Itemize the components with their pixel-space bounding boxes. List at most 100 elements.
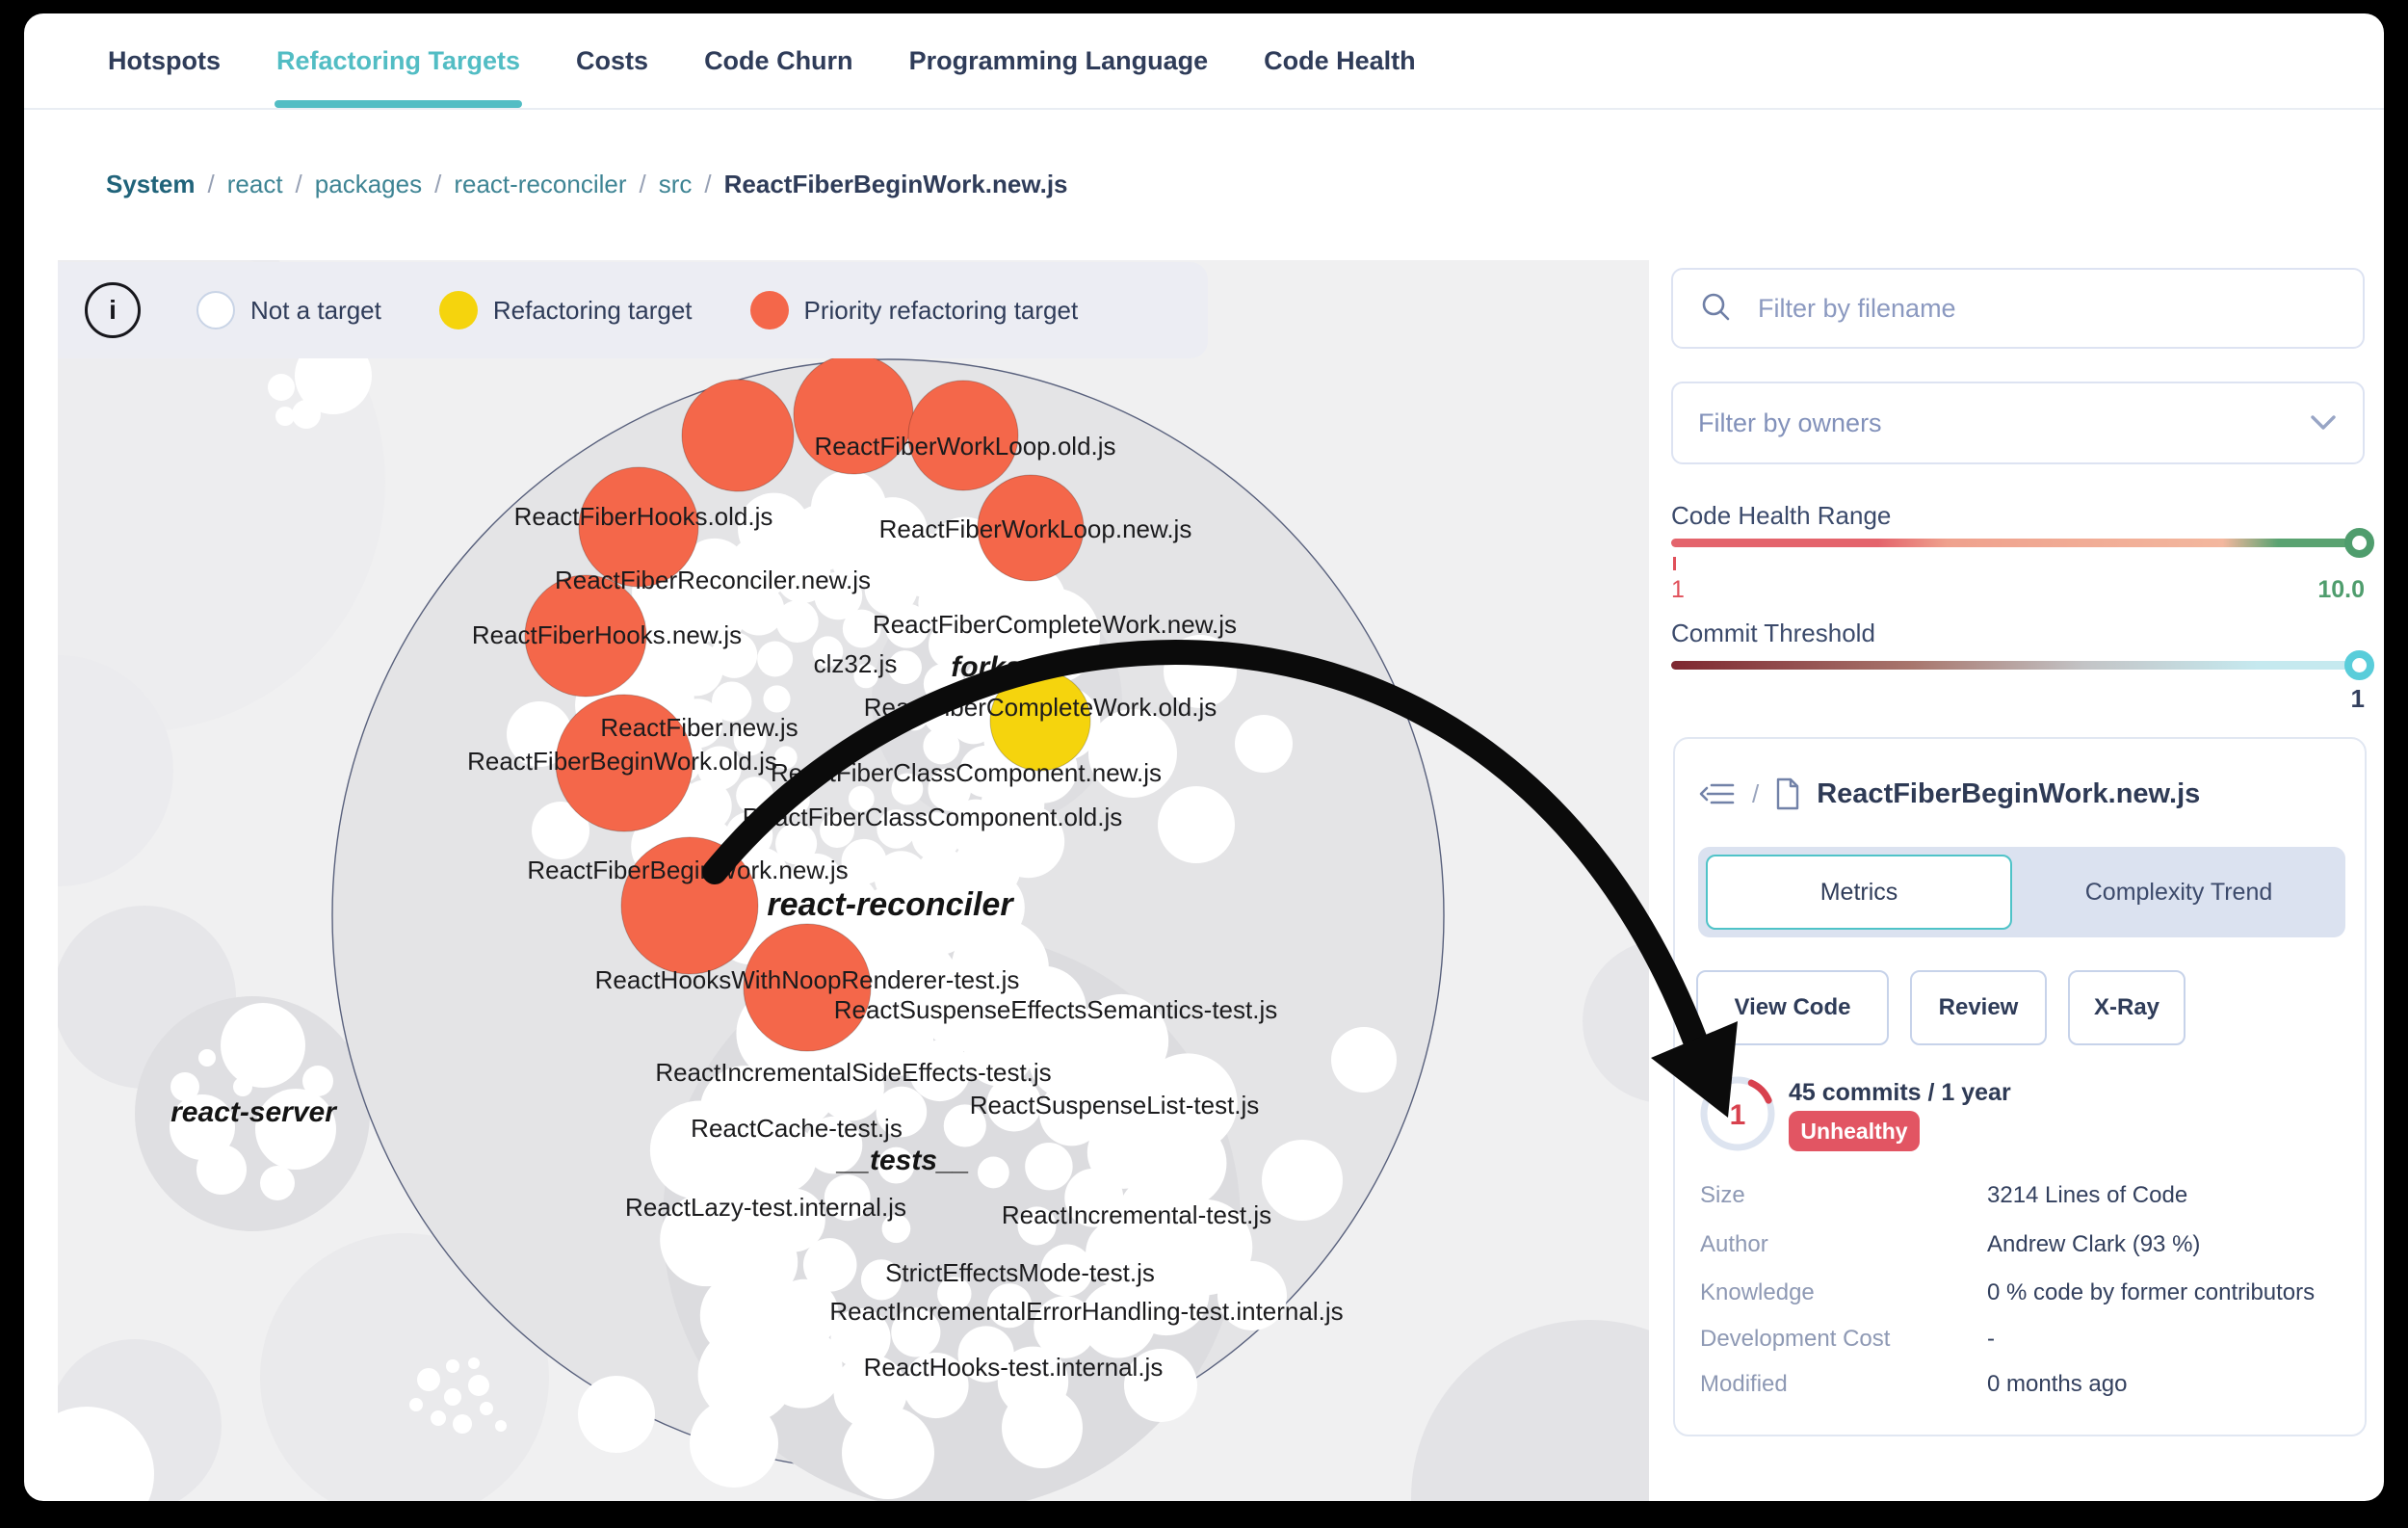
file-icon — [1774, 777, 1801, 810]
breadcrumb-separator: / — [640, 170, 646, 199]
window-frame: Hotspots Refactoring Targets Costs Code Chu… — [0, 0, 2408, 1528]
nav-tab-refactoring-targets[interactable]: Refactoring Targets — [275, 19, 522, 103]
file-bubble[interactable] — [757, 641, 793, 676]
nav-tab-programming-language[interactable]: Programming Language — [907, 19, 1211, 103]
group-label-forks: forks — [951, 651, 1021, 683]
meta-value: 3214 Lines of Code — [1987, 1182, 2187, 1209]
nav-tab-code-health[interactable]: Code Health — [1262, 19, 1418, 103]
meta-row-author: Author Andrew Clark (93 %) — [1675, 1231, 2365, 1262]
nav-tab-hotspots[interactable]: Hotspots — [106, 19, 222, 103]
bubble-label: ReactFiberHooks.old.js — [514, 502, 773, 531]
filter-filename-box[interactable] — [1671, 268, 2365, 349]
file-bubble[interactable] — [1025, 1143, 1072, 1190]
meta-row-knowledge: Knowledge 0 % code by former contributors — [1675, 1279, 2365, 1310]
bubble-label: ReactFiberClassComponent.old.js — [743, 803, 1123, 831]
header-separator: / — [1752, 779, 1759, 809]
breadcrumb-item-packages[interactable]: packages — [315, 170, 422, 199]
bubble-label: ReactLazy-test.internal.js — [625, 1193, 906, 1222]
app-page: Hotspots Refactoring Targets Costs Code Chu… — [24, 13, 2384, 1501]
breadcrumb-item-system[interactable]: System — [106, 170, 196, 199]
code-health-max-label: 10.0 — [2268, 576, 2365, 604]
bubble-label: ReactFiberCompleteWork.new.js — [873, 610, 1237, 639]
decorative-circle — [453, 1414, 472, 1434]
commit-threshold-label: Commit Threshold — [1671, 619, 1875, 648]
nav-tab-costs[interactable]: Costs — [574, 19, 650, 103]
decorative-circle — [1411, 1320, 1649, 1501]
x-ray-button[interactable]: X-Ray — [2068, 970, 2186, 1045]
file-bubble[interactable] — [1158, 786, 1235, 863]
top-nav-tabs: Hotspots Refactoring Targets Costs Code Chu… — [24, 13, 2384, 110]
circle-packing-chart[interactable]: ReactFiberWorkLoop.old.jsReactFiberWorkL… — [58, 260, 1649, 1501]
meta-row-modified: Modified0 months ago — [1675, 1371, 2365, 1402]
breadcrumb-separator: / — [434, 170, 441, 199]
legend-label: Priority refactoring target — [804, 296, 1079, 326]
legend-dot-icon — [439, 291, 478, 329]
file-bubble[interactable] — [1262, 1140, 1343, 1221]
breadcrumb-item-src[interactable]: src — [659, 170, 693, 199]
gauge-value: 1 — [1730, 1099, 1746, 1131]
breadcrumb-separator: / — [208, 170, 215, 199]
status-badge: Unhealthy — [1789, 1111, 1920, 1151]
tab-metrics[interactable]: Metrics — [1706, 855, 2012, 930]
bubble-label: ReactFiberWorkLoop.new.js — [879, 514, 1192, 543]
legend-item: Refactoring target — [439, 291, 693, 329]
bubble-chart-panel[interactable]: ReactFiberWorkLoop.old.jsReactFiberWorkL… — [58, 260, 1649, 1501]
decorative-circle — [480, 1402, 493, 1415]
review-button[interactable]: Review — [1910, 970, 2047, 1045]
code-health-range-label: Code Health Range — [1671, 501, 1891, 531]
decorative-circle — [233, 1077, 252, 1096]
legend-dot-icon — [196, 291, 235, 329]
file-bubble[interactable] — [1235, 715, 1293, 773]
file-bubble[interactable] — [1331, 1027, 1397, 1093]
bubble-label: ReactHooksWithNoopRenderer-test.js — [595, 965, 1020, 994]
legend-item: Priority refactoring target — [750, 291, 1079, 329]
tab-complexity-trend[interactable]: Complexity Trend — [2020, 855, 2338, 930]
back-icon[interactable] — [1698, 779, 1737, 808]
commits-summary: 45 commits / 1 year — [1789, 1079, 2011, 1107]
legend-label: Refactoring target — [493, 296, 693, 326]
decorative-circle — [275, 407, 295, 426]
file-title: ReactFiberBeginWork.new.js — [1817, 778, 2200, 810]
breadcrumb-item-react-reconciler[interactable]: react-reconciler — [454, 170, 626, 199]
meta-label: Size — [1700, 1182, 1745, 1209]
bubble-label: ReactCache-test.js — [691, 1114, 903, 1143]
breadcrumb-item-reactfiberbeginwork-new-js: ReactFiberBeginWork.new.js — [724, 170, 1068, 199]
bubble-label: ReactIncremental-test.js — [1002, 1200, 1271, 1229]
view-code-button[interactable]: View Code — [1696, 970, 1889, 1045]
meta-value: 0 % code by former contributors — [1987, 1279, 2315, 1306]
meta-value: Andrew Clark (93 %) — [1987, 1231, 2200, 1258]
code-health-range-handle[interactable] — [2344, 528, 2374, 558]
decorative-circle — [196, 1145, 247, 1195]
decorative-circle — [198, 1049, 216, 1067]
meta-value: - — [1987, 1326, 1995, 1353]
commit-threshold-slider[interactable] — [1671, 661, 2361, 670]
file-bubble[interactable] — [649, 654, 699, 704]
bubble-label: ReactFiber.new.js — [600, 713, 798, 742]
filter-owners-select[interactable]: Filter by owners — [1671, 382, 2365, 464]
file-bubble[interactable] — [842, 1407, 934, 1499]
legend-item: Not a target — [196, 291, 381, 329]
code-health-range-slider[interactable] — [1671, 539, 2361, 547]
nav-tab-code-churn[interactable]: Code Churn — [702, 19, 855, 103]
info-icon[interactable]: i — [85, 282, 141, 338]
decorative-circle — [431, 1410, 446, 1426]
filter-owners-placeholder: Filter by owners — [1698, 408, 2309, 438]
file-bubble[interactable] — [1002, 1387, 1083, 1468]
decorative-circle — [223, 1039, 239, 1054]
breadcrumb-item-react[interactable]: react — [227, 170, 283, 199]
file-bubble[interactable] — [690, 1399, 778, 1488]
file-bubble[interactable] — [811, 513, 865, 566]
file-bubble[interactable] — [578, 1376, 655, 1453]
meta-value: 0 months ago — [1987, 1371, 2127, 1398]
decorative-circle — [409, 1398, 423, 1411]
breadcrumb-separator: / — [296, 170, 302, 199]
bubble-label: ReactFiberHooks.new.js — [472, 620, 742, 649]
meta-label: Knowledge — [1700, 1279, 1815, 1306]
commit-threshold-handle[interactable] — [2344, 650, 2374, 680]
meta-label: Author — [1700, 1231, 1768, 1258]
file-bubble[interactable] — [978, 1157, 1009, 1189]
filter-filename-input[interactable] — [1756, 293, 2338, 325]
bubble-unlabeled[interactable] — [682, 380, 794, 491]
file-bubble[interactable] — [763, 685, 790, 712]
breadcrumb-separator: / — [704, 170, 711, 199]
